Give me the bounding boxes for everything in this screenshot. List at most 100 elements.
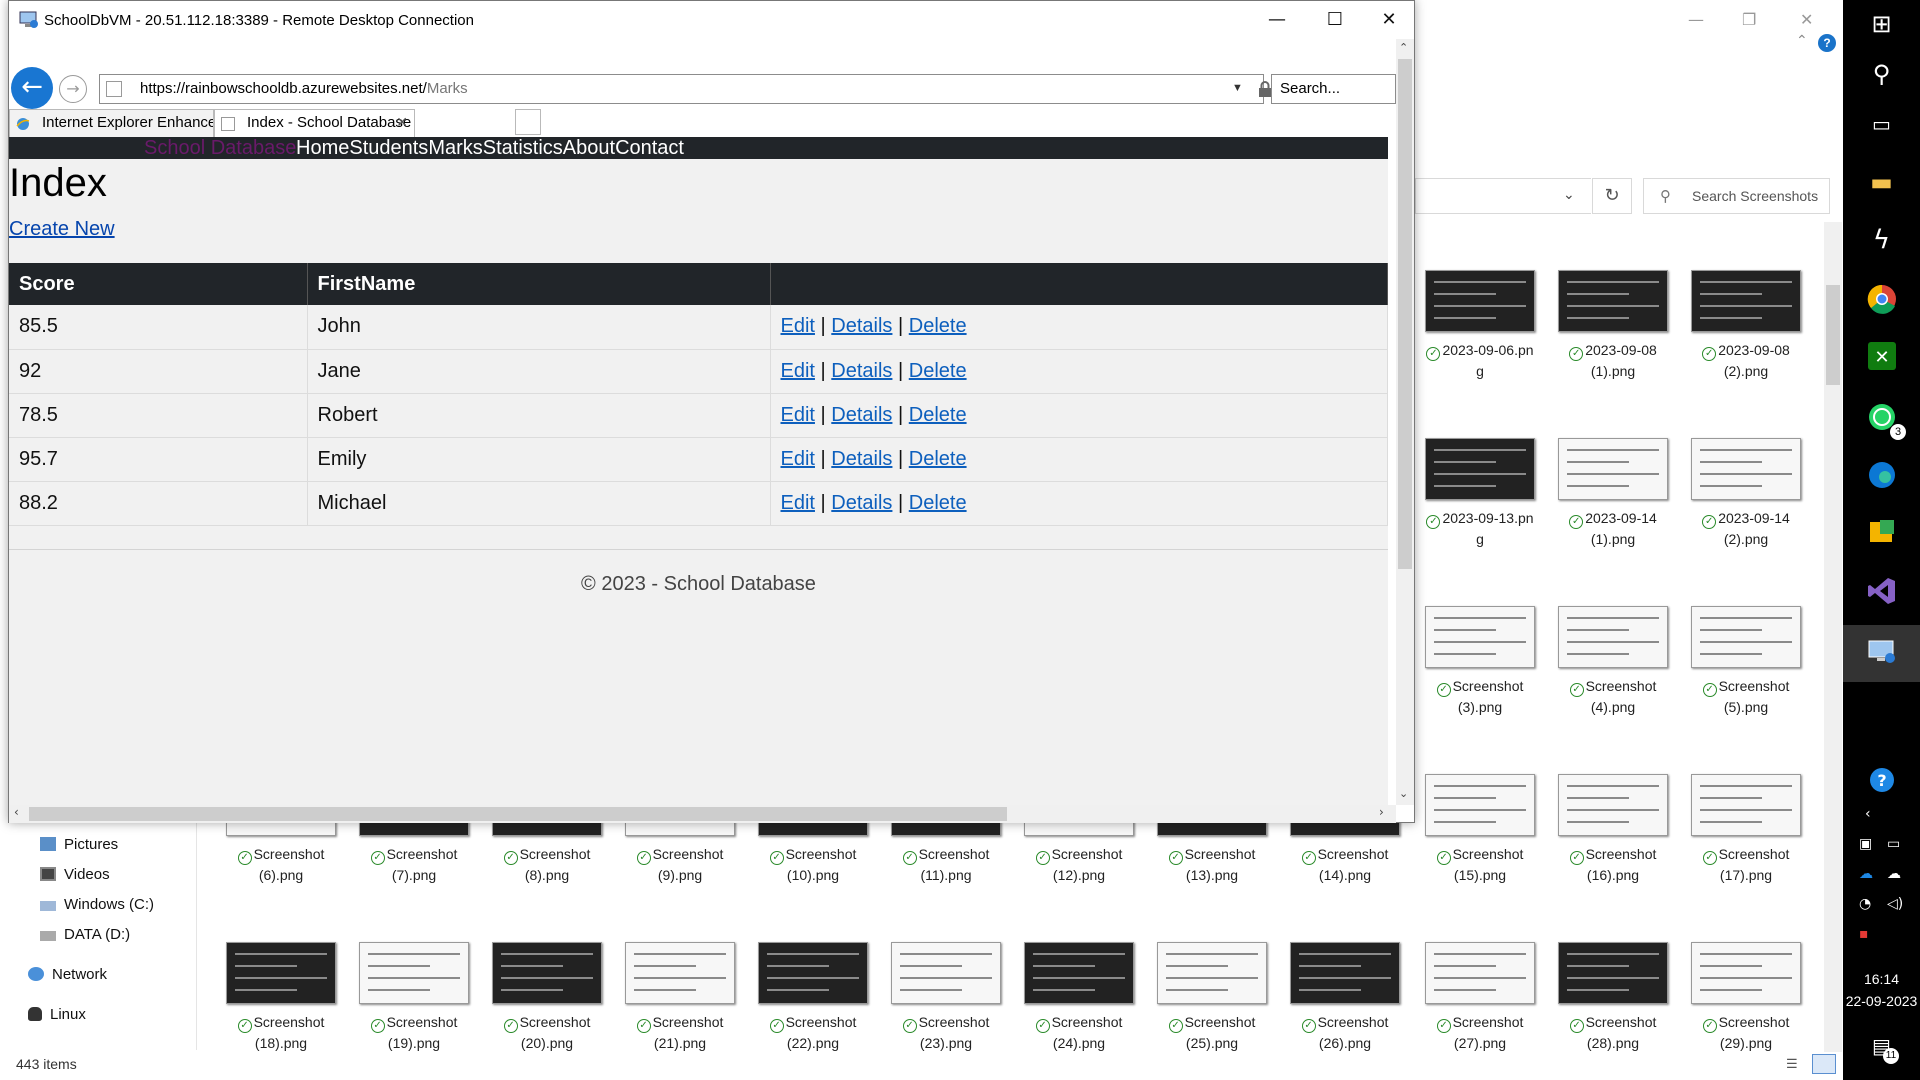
details-link[interactable]: Details (831, 448, 892, 470)
tab-close-icon[interactable]: ✕ (396, 110, 408, 136)
explorer-search-input[interactable]: ⚲ Search Screenshots (1643, 178, 1830, 214)
file-thumbnail[interactable]: ✓ Screenshot (20).png (481, 942, 613, 1080)
rdp-close-button[interactable]: ✕ (1364, 1, 1414, 39)
onedrive-icon[interactable]: ☁ (1859, 866, 1873, 882)
taskbar-clock[interactable]: 16:14 22-09-2023 (1843, 968, 1920, 1012)
file-thumbnail[interactable]: ✓ 2023-09-14 (1).png (1547, 438, 1679, 578)
nav-item-pictures[interactable]: Pictures (40, 836, 118, 853)
file-thumbnail[interactable]: ✓ Screenshot (24).png (1013, 942, 1145, 1080)
scroll-down-icon[interactable]: ⌄ (1399, 787, 1408, 800)
scroll-left-icon[interactable]: ‹ (14, 805, 19, 819)
file-thumbnail[interactable]: ✓ 2023-09-13.pn g (1414, 438, 1546, 578)
file-thumbnail[interactable]: ✓ Screenshot (16).png (1547, 774, 1679, 914)
nav-link-marks[interactable]: Marks (428, 137, 482, 159)
nav-link-home[interactable]: Home (296, 137, 349, 159)
forward-button[interactable]: → (59, 75, 87, 103)
edit-link[interactable]: Edit (781, 448, 815, 470)
delete-link[interactable]: Delete (909, 492, 967, 514)
rdp-minimize-button[interactable]: — (1248, 1, 1306, 39)
cloud-icon[interactable]: ☁ (1887, 866, 1901, 882)
notification-center-button[interactable]: ▤ 11 (1843, 1030, 1920, 1064)
ie-search-input[interactable]: Search... (1271, 74, 1396, 104)
taskbar-chrome[interactable] (1843, 284, 1920, 317)
explorer-scroll-thumb[interactable] (1826, 285, 1840, 385)
battery-icon[interactable]: ▭ (1887, 836, 1900, 852)
taskbar-edge[interactable] (1843, 460, 1920, 493)
rdp-maximize-button[interactable]: ☐ (1306, 1, 1364, 39)
get-help-button[interactable]: ? (1843, 766, 1920, 798)
back-button[interactable]: ← (11, 67, 53, 109)
file-thumbnail[interactable]: ✓ Screenshot (4).png (1547, 606, 1679, 746)
file-thumbnail[interactable]: ✓ Screenshot (28).png (1547, 942, 1679, 1080)
tab-enhanced-security[interactable]: Internet Explorer Enhanced Sec... (9, 109, 214, 137)
file-thumbnail[interactable]: ✓ 2023-09-06.pn g (1414, 270, 1546, 410)
scroll-up-icon[interactable]: ⌃ (1399, 41, 1408, 54)
file-thumbnail[interactable]: ✓ 2023-09-08 (2).png (1680, 270, 1812, 410)
delete-link[interactable]: Delete (909, 360, 967, 382)
file-thumbnail[interactable]: ✓ Screenshot (15).png (1414, 774, 1546, 914)
file-thumbnail[interactable]: ✓ 2023-09-14 (2).png (1680, 438, 1812, 578)
page-horizontal-scroll-thumb[interactable] (29, 807, 1007, 821)
details-view-icon[interactable]: ☰ (1786, 1056, 1804, 1072)
details-link[interactable]: Details (831, 360, 892, 382)
file-thumbnail[interactable]: ✓ 2023-09-08 (1).png (1547, 270, 1679, 410)
lock-icon[interactable] (1258, 81, 1272, 97)
nav-link-statistics[interactable]: Statistics (483, 137, 563, 159)
explorer-maximize-button[interactable]: ❐ (1742, 10, 1756, 29)
rdp-title-bar[interactable]: SchoolDbVM - 20.51.112.18:3389 - Remote … (9, 1, 1414, 39)
nav-item-linux[interactable]: Linux (28, 1006, 86, 1023)
wifi-icon[interactable]: ◔ (1859, 896, 1871, 912)
edit-link[interactable]: Edit (781, 315, 815, 337)
delete-link[interactable]: Delete (909, 404, 967, 426)
file-thumbnail[interactable]: ✓ Screenshot (27).png (1414, 942, 1546, 1080)
start-button[interactable]: ⊞ (1843, 8, 1920, 40)
nav-item-videos[interactable]: Videos (40, 866, 110, 883)
delete-link[interactable]: Delete (909, 315, 967, 337)
taskbar-whatsapp[interactable]: 3 (1843, 402, 1920, 440)
file-thumbnail[interactable]: ✓ Screenshot (5).png (1680, 606, 1812, 746)
file-thumbnail[interactable]: ✓ Screenshot (23).png (880, 942, 1012, 1080)
explorer-close-button[interactable]: ✕ (1800, 10, 1813, 29)
file-thumbnail[interactable]: ✓ Screenshot (25).png (1146, 942, 1278, 1080)
taskbar-remote-desktop[interactable] (1843, 636, 1920, 669)
file-thumbnail[interactable]: ✓ Screenshot (21).png (614, 942, 746, 1080)
details-link[interactable]: Details (831, 492, 892, 514)
large-icons-view-icon[interactable] (1812, 1054, 1836, 1074)
explorer-minimize-button[interactable]: — (1688, 10, 1704, 29)
file-thumbnail[interactable]: ✓ Screenshot (19).png (348, 942, 480, 1080)
edit-link[interactable]: Edit (781, 404, 815, 426)
site-brand-link[interactable]: School Database (144, 137, 296, 159)
taskbar-xbox[interactable]: ✕ (1843, 342, 1920, 374)
explorer-refresh-button[interactable]: ↻ (1592, 178, 1632, 214)
edit-link[interactable]: Edit (781, 492, 815, 514)
file-thumbnail[interactable]: ✓ Screenshot (17).png (1680, 774, 1812, 914)
nav-item-network[interactable]: Network (28, 966, 107, 983)
file-thumbnail[interactable]: ✓ Screenshot (18).png (215, 942, 347, 1080)
task-view-button[interactable]: ▭ (1843, 108, 1920, 140)
file-thumbnail[interactable]: ✓ Screenshot (26).png (1279, 942, 1411, 1080)
volume-icon[interactable]: ◁) (1887, 896, 1903, 912)
taskbar-visual-studio[interactable] (1843, 576, 1920, 609)
address-dropdown-icon[interactable]: ▼ (1232, 82, 1243, 94)
nav-item-data-d[interactable]: DATA (D:) (40, 926, 130, 943)
taskbar-app[interactable]: ϟ (1843, 224, 1920, 256)
new-tab-button[interactable] (515, 109, 541, 135)
address-bar[interactable]: https://rainbowschooldb.azurewebsites.ne… (99, 74, 1291, 104)
tray-app-icon[interactable]: ▣ (1859, 836, 1872, 852)
search-button[interactable]: ⚲ (1843, 58, 1920, 90)
help-icon[interactable]: ? (1818, 34, 1836, 52)
file-thumbnail[interactable]: ✓ Screenshot (22).png (747, 942, 879, 1080)
tray-alert-icon[interactable]: ▪ (1859, 926, 1869, 942)
taskbar-app-2[interactable] (1843, 518, 1920, 550)
details-link[interactable]: Details (831, 315, 892, 337)
nav-link-contact[interactable]: Contact (615, 137, 684, 159)
file-thumbnail[interactable]: ✓ Screenshot (3).png (1414, 606, 1546, 746)
delete-link[interactable]: Delete (909, 448, 967, 470)
taskbar-file-explorer[interactable]: ▬ (1843, 166, 1920, 198)
collapse-ribbon-icon[interactable]: ⌃ (1796, 32, 1808, 49)
nav-item-windows-c[interactable]: Windows (C:) (40, 896, 154, 913)
edit-link[interactable]: Edit (781, 360, 815, 382)
create-new-link[interactable]: Create New (9, 218, 115, 241)
scroll-right-icon[interactable]: › (1379, 805, 1384, 819)
details-link[interactable]: Details (831, 404, 892, 426)
